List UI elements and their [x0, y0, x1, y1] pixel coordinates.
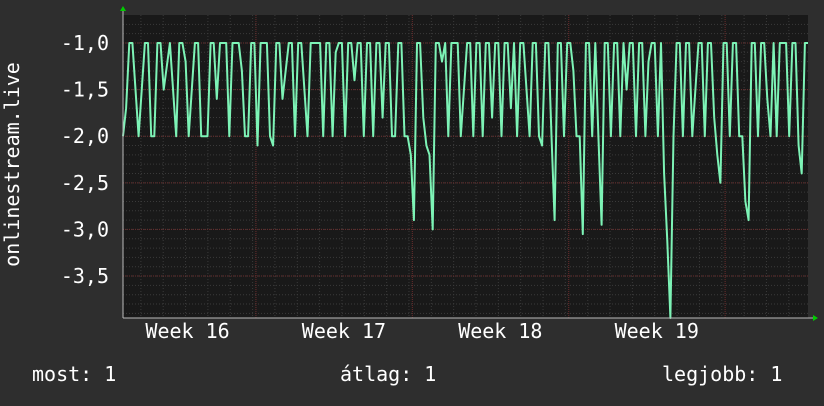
x-tick-label: Week 18 [458, 319, 542, 343]
footer-now-value: most: 1 [32, 362, 117, 386]
y-tick-label: -3,0 [61, 217, 109, 241]
y-axis-arrow [120, 6, 126, 11]
x-axis-arrow [813, 315, 818, 321]
x-tick-label: Week 17 [302, 319, 386, 343]
footer-average-value: átlag: 1 [340, 362, 437, 386]
footer-max-value: legjobb: 1 [662, 362, 783, 386]
x-tick-label: Week 19 [615, 319, 699, 343]
y-tick-label: -3,5 [61, 264, 109, 288]
chart-svg: -1,0 -1,5 -2,0 -2,5 -3,0 -3,5 Week 16 Week 17 We… [0, 6, 818, 343]
y-tick-label: -2,0 [61, 124, 109, 148]
y-tick-label: -1,5 [61, 78, 109, 102]
x-tick-label: Week 16 [145, 319, 229, 343]
y-tick-label: -1,0 [61, 31, 109, 55]
y-tick-label: -2,5 [61, 171, 109, 195]
chart: -1,0 -1,5 -2,0 -2,5 -3,0 -3,5 Week 16 Week 17 We… [0, 0, 824, 402]
y-axis-label: onlinestream.live [0, 62, 24, 267]
